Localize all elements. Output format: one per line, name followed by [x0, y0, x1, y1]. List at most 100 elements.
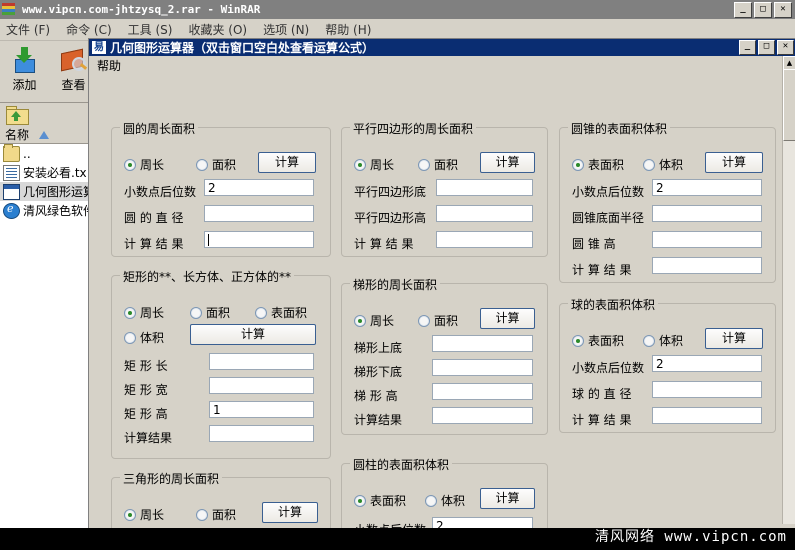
group-rectangle-caption: 矩形的**、长方体、正方体的** [120, 268, 295, 285]
menu-tools[interactable]: 工具 (S) [128, 21, 173, 38]
calculate-button-trapezoid[interactable]: 计算 [480, 308, 535, 329]
radio-sphere-surface[interactable]: 表面积 [572, 332, 624, 349]
label-rect-width: 矩 形 宽 [124, 383, 168, 397]
group-cylinder-caption: 圆柱的表面积体积 [350, 456, 453, 473]
input-sphere-diameter[interactable] [652, 381, 762, 398]
radio-circle-area[interactable]: 面积 [196, 156, 236, 173]
radio-indicator-icon [572, 334, 584, 347]
app-content: 圆的周长面积 周长 面积 计算 小数点后位数 2 圆 的 直 径 计 算 结 果… [89, 75, 795, 537]
radio-sphere-volume[interactable]: 体积 [643, 332, 683, 349]
input-cone-radius[interactable] [652, 205, 762, 222]
radio-label: 周长 [140, 158, 165, 172]
group-triangle-caption: 三角形的周长面积 [120, 470, 223, 487]
input-circle-result[interactable] [204, 231, 314, 248]
calculate-button-cylinder[interactable]: 计算 [480, 488, 535, 509]
close-button[interactable]: ✕ [774, 1, 792, 18]
internet-shortcut-icon [3, 202, 20, 219]
calculate-button-cone[interactable]: 计算 [705, 152, 763, 173]
input-parallelogram-base[interactable] [436, 179, 533, 196]
input-trapezoid-top[interactable] [432, 335, 533, 352]
scroll-up-arrow-icon[interactable]: ▲ [783, 56, 795, 70]
label-sphere-decimals: 小数点后位数 [572, 361, 645, 375]
radio-cone-volume[interactable]: 体积 [643, 156, 683, 173]
application-icon [3, 183, 20, 200]
app-close-button[interactable]: ✕ [777, 40, 794, 55]
input-cone-result[interactable] [652, 257, 762, 274]
radio-trapezoid-area[interactable]: 面积 [418, 312, 458, 329]
up-folder-icon[interactable] [6, 106, 29, 125]
radio-rect-perimeter[interactable]: 周长 [124, 304, 164, 321]
input-trapezoid-height[interactable] [432, 383, 533, 400]
label-cone-radius: 圆锥底面半径 [572, 211, 645, 225]
radio-parallelogram-area[interactable]: 面积 [418, 156, 458, 173]
menu-file[interactable]: 文件 (F) [6, 21, 50, 38]
radio-indicator-icon [190, 306, 202, 319]
radio-cone-surface[interactable]: 表面积 [572, 156, 624, 173]
radio-rect-surface[interactable]: 表面积 [255, 304, 307, 321]
calculate-button-triangle[interactable]: 计算 [262, 502, 318, 523]
minimize-button[interactable]: _ [734, 1, 752, 18]
radio-cylinder-surface[interactable]: 表面积 [354, 492, 406, 509]
input-rect-width[interactable] [209, 377, 314, 394]
winrar-window-controls: _ □ ✕ [734, 1, 795, 18]
radio-circle-perimeter[interactable]: 周长 [124, 156, 164, 173]
file-column-header[interactable]: 名称 [0, 126, 88, 144]
input-cone-height[interactable] [652, 231, 762, 248]
radio-label: 体积 [659, 158, 684, 172]
input-cone-decimals[interactable]: 2 [652, 179, 762, 196]
calculate-button-rectangle[interactable]: 计算 [190, 324, 316, 345]
label-circle-diameter: 圆 的 直 径 [124, 211, 184, 225]
menu-help[interactable]: 帮助 (H) [325, 21, 371, 38]
list-item[interactable]: .. [0, 144, 88, 163]
radio-rect-volume[interactable]: 体积 [124, 329, 164, 346]
input-sphere-decimals[interactable]: 2 [652, 355, 762, 372]
radio-label: 面积 [434, 158, 459, 172]
input-circle-decimals[interactable]: 2 [204, 179, 314, 196]
radio-cylinder-volume[interactable]: 体积 [425, 492, 465, 509]
label-trapezoid-result: 计算结果 [354, 413, 403, 427]
app-vertical-scrollbar[interactable]: ▲ [782, 56, 795, 524]
radio-parallelogram-perimeter[interactable]: 周长 [354, 156, 394, 173]
menu-favorites[interactable]: 收藏夹 (O) [188, 21, 247, 38]
list-item[interactable]: 清风绿色软件 [0, 201, 88, 220]
list-item[interactable]: 几何图形运算 [0, 182, 88, 201]
file-list-pane: 名称 .. 安装必看.tx 几何图形运算 清风绿色软件 [0, 126, 89, 550]
list-item-label: 几何图形运算 [23, 185, 88, 199]
group-cone: 圆锥的表面积体积 表面积 体积 计算 小数点后位数 2 圆锥底面半径 圆 锥 高… [559, 120, 776, 283]
input-rect-length[interactable] [209, 353, 314, 370]
radio-label: 周长 [140, 508, 165, 522]
input-parallelogram-result[interactable] [436, 231, 533, 248]
radio-indicator-icon [196, 158, 208, 171]
input-parallelogram-height[interactable] [436, 205, 533, 222]
input-trapezoid-result[interactable] [432, 407, 533, 424]
app-minimize-button[interactable]: _ [739, 40, 756, 55]
radio-label: 表面积 [588, 334, 625, 348]
input-sphere-result[interactable] [652, 407, 762, 424]
radio-indicator-icon [124, 508, 136, 521]
label-cone-height: 圆 锥 高 [572, 237, 616, 251]
radio-rect-area[interactable]: 面积 [190, 304, 230, 321]
calculate-button-circle[interactable]: 计算 [258, 152, 316, 173]
scroll-thumb[interactable] [783, 69, 795, 141]
input-trapezoid-bottom[interactable] [432, 359, 533, 376]
input-rect-result[interactable] [209, 425, 314, 442]
radio-triangle-area[interactable]: 面积 [196, 506, 236, 523]
calculate-button-sphere[interactable]: 计算 [705, 328, 763, 349]
input-rect-height[interactable]: 1 [209, 401, 314, 418]
list-item[interactable]: 安装必看.tx [0, 163, 88, 182]
group-cone-caption: 圆锥的表面积体积 [568, 120, 671, 137]
radio-indicator-icon [643, 334, 655, 347]
menu-command[interactable]: 命令 (C) [66, 21, 112, 38]
app-maximize-button[interactable]: □ [758, 40, 775, 55]
toolbar-add-button[interactable]: 添加 [0, 43, 49, 93]
app-menu-help[interactable]: 帮助 [97, 57, 121, 74]
toolbar-add-label: 添加 [12, 78, 37, 92]
sort-ascending-icon[interactable] [39, 130, 50, 139]
radio-triangle-perimeter[interactable]: 周长 [124, 506, 164, 523]
radio-indicator-icon [124, 158, 136, 171]
calculate-button-parallelogram[interactable]: 计算 [480, 152, 535, 173]
input-circle-diameter[interactable] [204, 205, 314, 222]
radio-trapezoid-perimeter[interactable]: 周长 [354, 312, 394, 329]
maximize-button[interactable]: □ [754, 1, 772, 18]
menu-options[interactable]: 选项 (N) [263, 21, 309, 38]
